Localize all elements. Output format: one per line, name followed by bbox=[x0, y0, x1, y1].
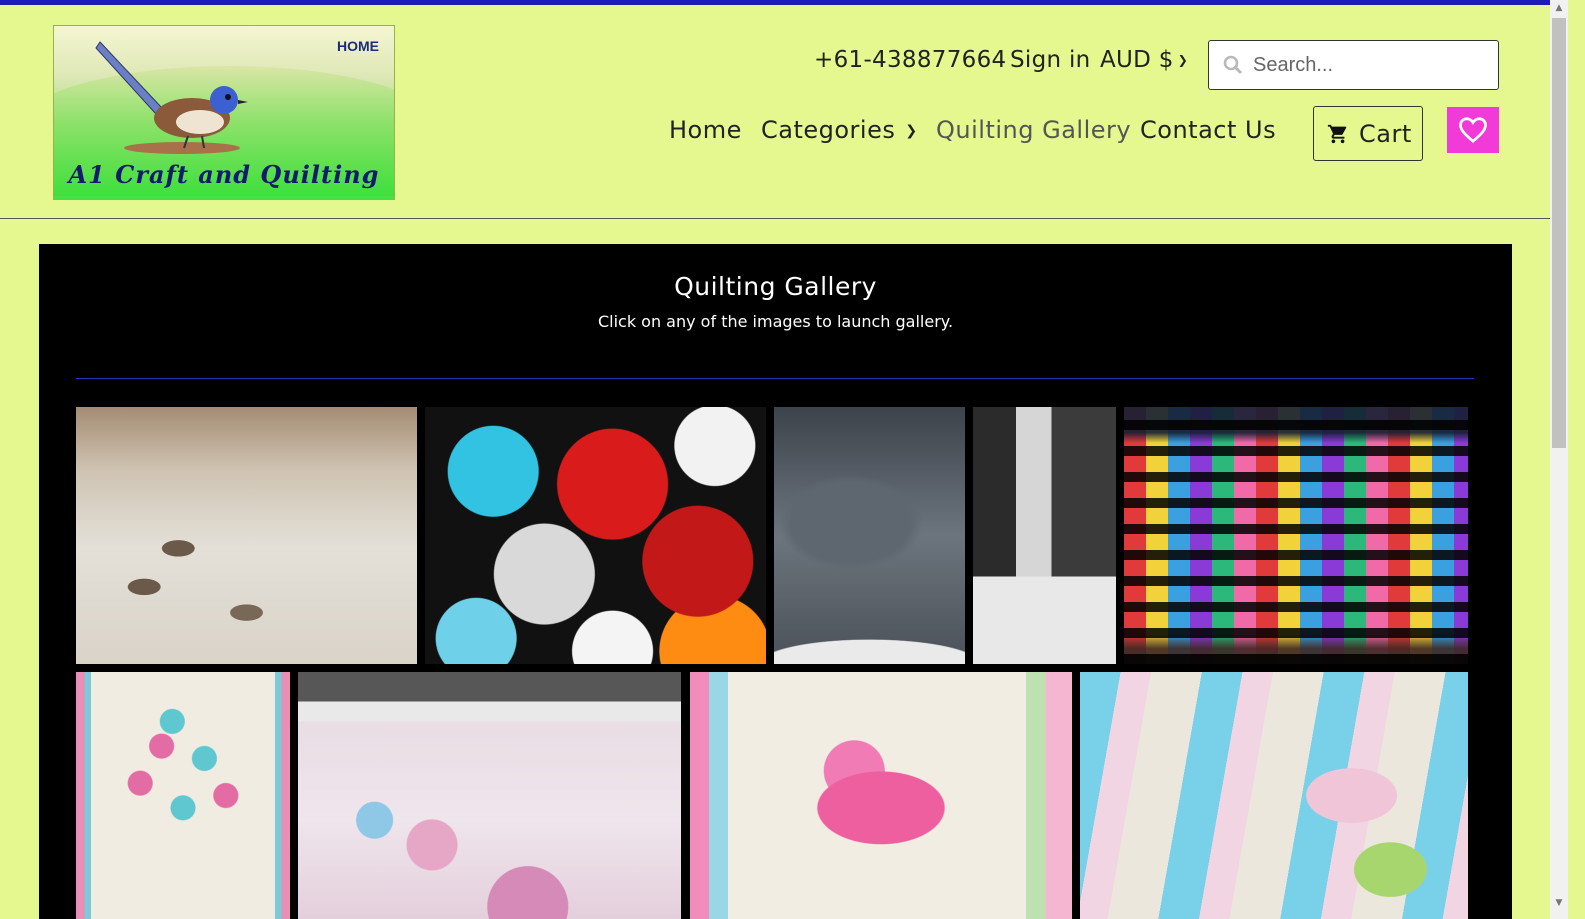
chevron-down-icon: ❯ bbox=[905, 123, 918, 139]
gallery-image-quilting-closeup[interactable] bbox=[774, 407, 965, 664]
cart-label: Cart bbox=[1359, 119, 1412, 148]
nav-categories[interactable]: Categories ❯ bbox=[761, 116, 918, 144]
site-logo[interactable]: HOME A1 Craft and Quilting bbox=[53, 25, 395, 200]
currency-label: AUD $ bbox=[1100, 47, 1174, 73]
nav-home[interactable]: Home bbox=[669, 116, 742, 144]
quilt-pattern-overlay bbox=[1124, 407, 1468, 664]
gallery-image-pink-quilt-on-frame[interactable] bbox=[298, 672, 681, 919]
gallery-image-tree-quilt[interactable] bbox=[76, 672, 290, 919]
logo-home-link[interactable]: HOME bbox=[337, 38, 379, 54]
gallery-title: Quilting Gallery bbox=[674, 272, 877, 301]
scroll-up-arrow-icon[interactable]: ▲ bbox=[1550, 0, 1568, 16]
cart-icon bbox=[1327, 124, 1347, 143]
gallery-image-longarm-machine[interactable] bbox=[76, 407, 417, 664]
search-input[interactable] bbox=[1253, 53, 1483, 77]
nav-contact-us[interactable]: Contact Us bbox=[1140, 116, 1276, 144]
sign-in-link[interactable]: Sign in bbox=[1010, 47, 1091, 79]
scrollbar-thumb[interactable] bbox=[1552, 18, 1566, 448]
search-box[interactable] bbox=[1208, 40, 1499, 90]
gallery-image-machine-needle[interactable] bbox=[973, 407, 1116, 664]
gallery-divider bbox=[76, 378, 1474, 379]
gallery-panel: Quilting Gallery Click on any of the ima… bbox=[39, 244, 1512, 919]
page-scrollbar[interactable]: ▲ ▼ bbox=[1550, 0, 1568, 919]
wishlist-button[interactable] bbox=[1447, 107, 1499, 153]
header-divider bbox=[0, 218, 1550, 219]
gallery-image-basket-quilt[interactable] bbox=[1080, 672, 1468, 919]
search-icon bbox=[1223, 55, 1243, 75]
phone-link[interactable]: +61-438877664 bbox=[814, 47, 1006, 79]
gallery-image-colorful-quilt[interactable] bbox=[1124, 407, 1468, 664]
gallery-image-music-quilt[interactable] bbox=[425, 407, 766, 664]
wren-bird-logo-icon bbox=[95, 41, 248, 154]
currency-selector[interactable]: AUD $ ❯ bbox=[1100, 47, 1188, 79]
scroll-down-arrow-icon[interactable]: ▼ bbox=[1550, 895, 1568, 911]
heart-icon bbox=[1459, 117, 1487, 144]
chevron-down-icon: ❯ bbox=[1177, 53, 1189, 67]
gallery-subtitle: Click on any of the images to launch gal… bbox=[597, 312, 954, 331]
gallery-image-baby-quilt[interactable] bbox=[690, 672, 1072, 919]
nav-categories-label: Categories bbox=[761, 116, 896, 144]
top-accent-bar bbox=[0, 0, 1568, 5]
cart-button[interactable]: Cart bbox=[1313, 106, 1423, 161]
nav-quilting-gallery[interactable]: Quilting Gallery bbox=[936, 116, 1131, 144]
logo-brand-name: A1 Craft and Quilting bbox=[68, 160, 380, 189]
